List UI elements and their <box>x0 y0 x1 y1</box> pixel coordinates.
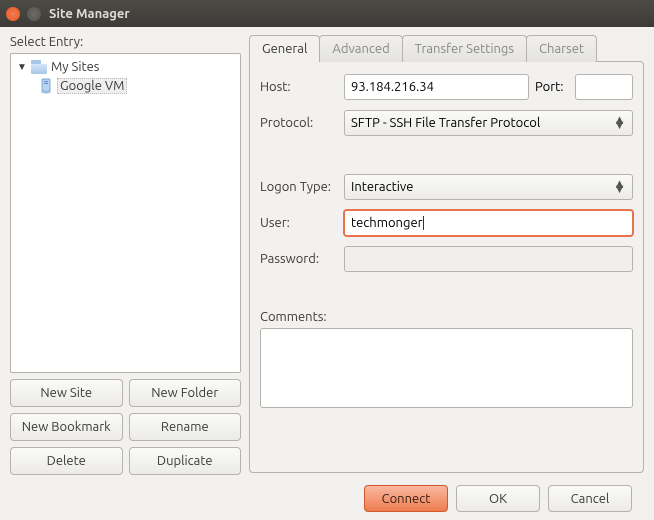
tree-site-item[interactable]: Google VM <box>13 76 238 96</box>
chevron-down-icon[interactable]: ▼ <box>17 61 27 73</box>
tree-root-label: My Sites <box>51 60 99 74</box>
logon-type-value: Interactive <box>351 180 413 194</box>
updown-icon: ▲▼ <box>613 182 626 192</box>
cancel-button[interactable]: Cancel <box>548 485 632 512</box>
new-bookmark-button[interactable]: New Bookmark <box>10 413 123 441</box>
tab-advanced[interactable]: Advanced <box>319 35 402 62</box>
protocol-select[interactable]: SFTP - SSH File Transfer Protocol ▲▼ <box>344 110 633 136</box>
ok-button[interactable]: OK <box>456 485 540 512</box>
tab-general[interactable]: General <box>249 35 320 62</box>
site-tree[interactable]: ▼ My Sites Google VM <box>10 53 241 373</box>
duplicate-button[interactable]: Duplicate <box>129 447 242 475</box>
server-icon <box>39 78 53 94</box>
host-label: Host: <box>260 80 338 94</box>
host-input[interactable] <box>344 74 529 100</box>
minimize-icon[interactable] <box>27 7 41 21</box>
window-buttons <box>6 7 41 21</box>
password-input <box>344 246 633 272</box>
tab-transfer-settings[interactable]: Transfer Settings <box>402 35 527 62</box>
password-label: Password: <box>260 252 338 266</box>
titlebar: Site Manager <box>0 0 654 27</box>
protocol-label: Protocol: <box>260 116 338 130</box>
window-title: Site Manager <box>49 7 130 21</box>
right-panel: General Advanced Transfer Settings Chars… <box>249 35 644 475</box>
text-cursor <box>423 216 424 230</box>
left-panel: Select Entry: ▼ My Sites Google VM New S… <box>10 35 241 475</box>
logon-type-label: Logon Type: <box>260 180 338 194</box>
logon-type-select[interactable]: Interactive ▲▼ <box>344 174 633 200</box>
user-value: techmonger <box>351 216 423 230</box>
tab-panel-general: Host: Port: Protocol: SFTP - SSH File Tr… <box>249 61 644 473</box>
user-input[interactable]: techmonger <box>344 210 633 236</box>
port-label: Port: <box>535 80 569 94</box>
close-icon[interactable] <box>6 7 20 21</box>
port-input[interactable] <box>575 74 633 100</box>
connect-button[interactable]: Connect <box>364 485 448 512</box>
tab-bar: General Advanced Transfer Settings Chars… <box>249 35 644 62</box>
dialog-footer: Connect OK Cancel <box>10 475 644 512</box>
tree-root[interactable]: ▼ My Sites <box>13 58 238 76</box>
folder-icon <box>31 60 47 74</box>
tab-charset[interactable]: Charset <box>526 35 597 62</box>
tree-site-label: Google VM <box>57 78 127 94</box>
comments-textarea[interactable] <box>260 328 633 408</box>
select-entry-label: Select Entry: <box>10 35 241 49</box>
rename-button[interactable]: Rename <box>129 413 242 441</box>
user-label: User: <box>260 216 338 230</box>
comments-label: Comments: <box>260 310 633 324</box>
new-site-button[interactable]: New Site <box>10 379 123 407</box>
delete-button[interactable]: Delete <box>10 447 123 475</box>
new-folder-button[interactable]: New Folder <box>129 379 242 407</box>
protocol-value: SFTP - SSH File Transfer Protocol <box>351 116 540 130</box>
updown-icon: ▲▼ <box>613 118 626 128</box>
